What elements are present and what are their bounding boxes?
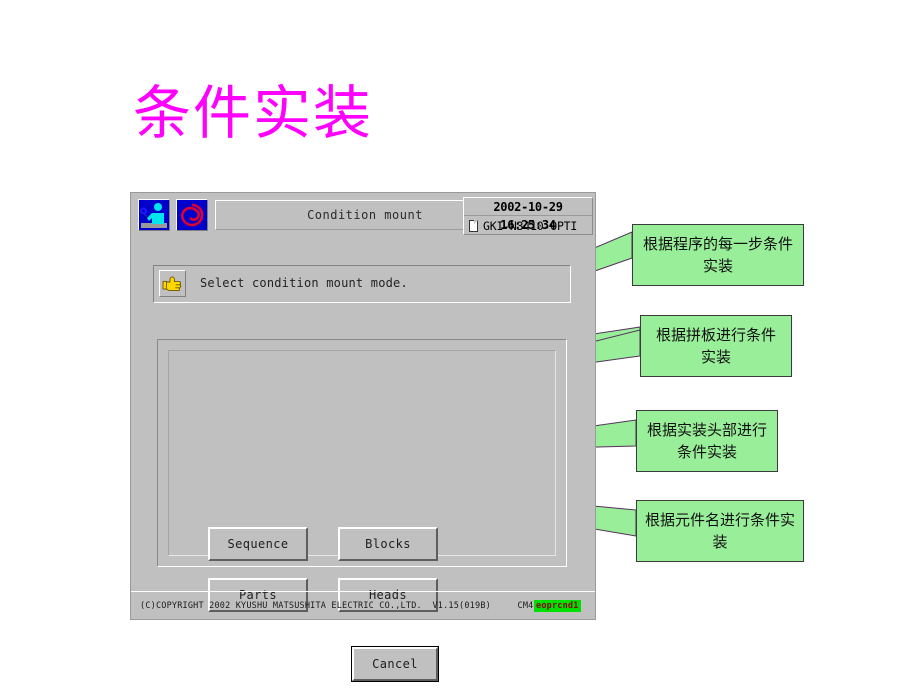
annotation-note-sequence: 根据程序的每一步条件实装	[632, 224, 804, 286]
pointing-hand-icon	[159, 270, 186, 297]
message-bar: Select condition mount mode.	[153, 265, 571, 303]
blocks-button[interactable]: Blocks	[338, 527, 438, 561]
annotation-text: 根据元件名进行条件实装	[645, 511, 796, 551]
file-row: GKI-N3410-OPTI	[464, 217, 592, 235]
annotation-note-heads: 根据实装头部进行条件实装	[636, 410, 778, 472]
blocks-button-label: Blocks	[365, 537, 411, 551]
annotation-text: 根据拼板进行条件实装	[655, 326, 776, 366]
datetime-label: 2002-10-29 16:25:34	[464, 198, 592, 232]
message-text: Select condition mount mode.	[200, 276, 408, 290]
screen-id-tag: eoprcnd1	[534, 600, 581, 612]
sequence-button-label: Sequence	[227, 537, 289, 551]
annotation-text: 根据实装头部进行条件实装	[646, 421, 767, 461]
file-name-label: GKI-N3410-OPTI	[483, 219, 578, 233]
red-spiral-icon[interactable]	[176, 199, 208, 231]
page-title: 条件实装	[133, 79, 374, 147]
mode-group-box: Sequence Blocks Parts Heads Cancel	[157, 339, 567, 682]
status-stamp: 2002-10-29 16:25:34 GKI-N3410-OPTI	[463, 197, 593, 235]
copyright-label: (C)COPYRIGHT 2002 KYUSHU MATSUSHITA ELEC…	[140, 601, 555, 611]
cancel-button-label: Cancel	[372, 657, 418, 671]
screen-footer: (C)COPYRIGHT 2002 KYUSHU MATSUSHITA ELEC…	[131, 591, 595, 620]
worker-tool-icon[interactable]	[138, 199, 170, 231]
device-screen-panel: Condition mount 2002-10-29 16:25:34 GKI-…	[130, 192, 596, 682]
cancel-button[interactable]: Cancel	[351, 646, 439, 682]
mode-group-inner	[168, 350, 556, 556]
annotation-note-blocks: 根据拼板进行条件实装	[640, 315, 792, 377]
sequence-button[interactable]: Sequence	[208, 527, 308, 561]
screen-title: Condition mount	[307, 208, 423, 222]
document-icon	[469, 220, 478, 232]
annotation-text: 根据程序的每一步条件实装	[642, 235, 793, 275]
annotation-note-parts: 根据元件名进行条件实装	[636, 500, 804, 562]
slide-canvas: 条件实装 Condition mount 2002-10-29 16:25:34…	[0, 0, 920, 690]
screen-header: Condition mount 2002-10-29 16:25:34 GKI-…	[135, 197, 593, 235]
